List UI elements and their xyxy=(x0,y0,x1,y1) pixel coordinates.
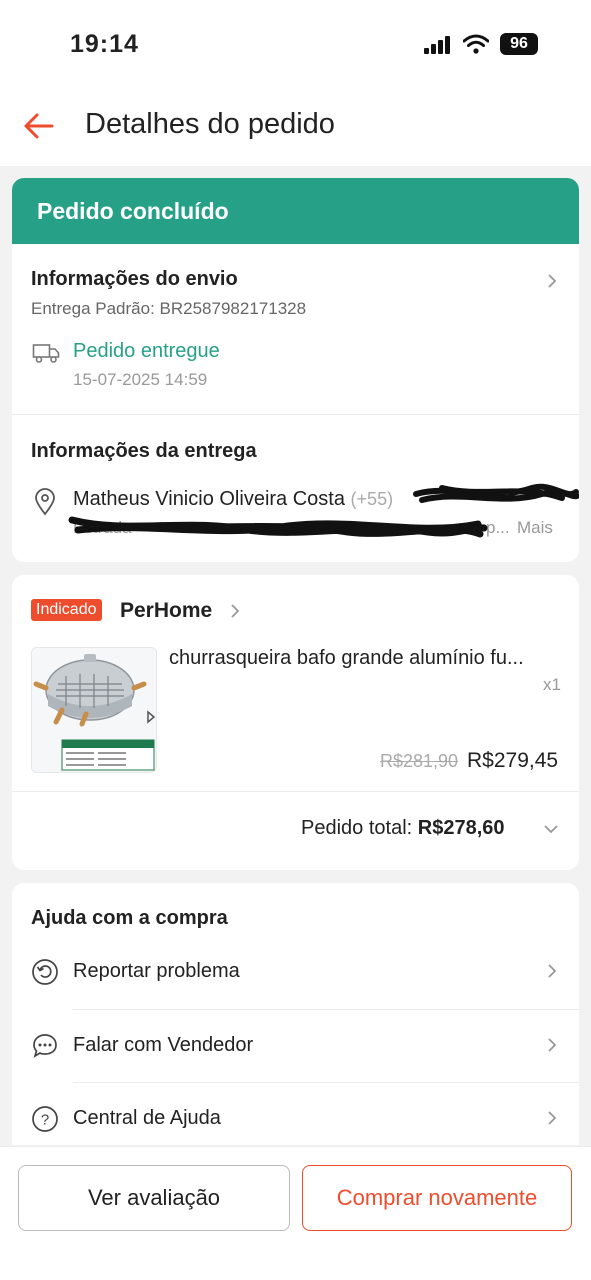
report-problem-label: Reportar problema xyxy=(73,960,240,982)
status-bar: 19:14 96 xyxy=(0,0,591,88)
product-image[interactable] xyxy=(31,647,157,773)
chevron-right-icon xyxy=(548,274,557,288)
product-price: R$279,45 xyxy=(467,749,559,772)
shipping-title: Informações do envio xyxy=(31,268,238,290)
chevron-down-icon xyxy=(544,825,558,834)
divider xyxy=(12,414,579,415)
wifi-icon xyxy=(463,34,489,54)
bottom-action-bar: Ver avaliação Comprar novamente xyxy=(0,1146,591,1280)
top-app-bar: Detalhes do pedido xyxy=(0,88,591,166)
chevron-right-icon xyxy=(548,1038,557,1052)
recipient-phone: (+55) xyxy=(350,489,394,509)
battery-icon: 96 xyxy=(500,33,538,55)
delivery-title: Informações da entrega xyxy=(31,440,257,462)
view-review-button[interactable]: Ver avaliação xyxy=(18,1165,290,1231)
signal-icon xyxy=(424,36,452,54)
grill-product-image xyxy=(32,648,156,772)
buy-again-button[interactable]: Comprar novamente xyxy=(302,1165,572,1231)
product-card: Indicado PerHome churrasqueira bafo gran… xyxy=(12,575,579,870)
svg-text:?: ? xyxy=(41,1112,49,1129)
status-time: 19:14 xyxy=(70,30,139,58)
order-total-label: Pedido total: xyxy=(301,817,413,839)
original-price: R$281,90 xyxy=(380,751,459,771)
page-title: Detalhes do pedido xyxy=(85,108,335,140)
recipient-name: Matheus Vinicio Oliveira Costa (+55) xyxy=(73,488,393,511)
help-title: Ajuda com a compra xyxy=(31,907,228,929)
redaction-scribble xyxy=(413,483,579,503)
delivery-date: 15-07-2025 14:59 xyxy=(73,370,208,389)
report-problem-item[interactable]: Reportar problema xyxy=(12,936,579,1009)
divider xyxy=(12,791,579,792)
chat-seller-label: Falar com Vendedor xyxy=(73,1034,254,1056)
back-arrow-icon[interactable] xyxy=(20,108,56,144)
order-total-value: R$278,60 xyxy=(417,817,505,839)
order-total: Pedido total: R$278,60 xyxy=(301,817,505,840)
chevron-right-icon xyxy=(231,604,240,618)
help-center-label: Central de Ajuda xyxy=(73,1107,221,1129)
recommended-badge: Indicado xyxy=(31,599,102,621)
product-name[interactable]: churrasqueira bafo grande alumínio fu... xyxy=(169,647,564,670)
redaction-scribble xyxy=(68,516,488,538)
truck-icon xyxy=(32,344,60,363)
chat-seller-item[interactable]: Falar com Vendedor xyxy=(12,1010,579,1083)
chevron-right-icon xyxy=(548,1111,557,1125)
chat-icon xyxy=(33,1034,57,1058)
product-quantity: x1 xyxy=(543,675,561,694)
shop-name: PerHome xyxy=(120,599,213,622)
location-pin-icon xyxy=(35,488,55,516)
address-tail: p... xyxy=(486,518,510,537)
order-info-card: Pedido concluído Informações do envio En… xyxy=(12,178,579,562)
delivery-status: Pedido entregue xyxy=(73,340,220,362)
recipient-name-text: Matheus Vinicio Oliveira Costa xyxy=(73,488,345,510)
help-card: Ajuda com a compra Reportar problema Fal… xyxy=(12,883,579,1145)
chevron-right-icon xyxy=(548,964,557,978)
more-link[interactable]: Mais xyxy=(517,518,553,538)
help-center-item[interactable]: ? Central de Ajuda xyxy=(12,1083,579,1145)
order-status-banner: Pedido concluído xyxy=(12,178,579,244)
help-icon: ? xyxy=(32,1106,58,1132)
report-icon xyxy=(32,959,58,985)
shipping-method: Entrega Padrão: BR2587982171328 xyxy=(31,299,307,318)
